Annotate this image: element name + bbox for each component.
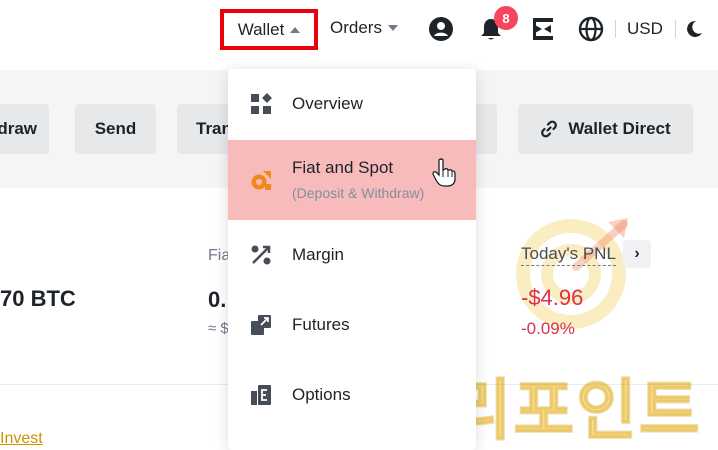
menu-item-options[interactable]: Options xyxy=(228,360,476,430)
futures-icon xyxy=(251,315,271,335)
options-icon xyxy=(251,385,271,405)
menu-item-fiat-and-spot[interactable]: Fiat and Spot (Deposit & Withdraw) xyxy=(228,140,476,220)
fiat-balance-label: Fia xyxy=(208,247,231,264)
notification-badge: 8 xyxy=(494,6,518,30)
caret-up-icon xyxy=(290,26,301,33)
transfer-label: Tran xyxy=(196,119,232,138)
pnl-percent: -0.09% xyxy=(521,319,575,338)
fiat-spot-icon xyxy=(251,171,271,190)
withdraw-button[interactable]: draw xyxy=(0,104,49,154)
wallet-menu-button[interactable]: Wallet xyxy=(220,9,318,50)
wallet-dropdown: Overview Fiat and Spot (Deposit & Withdr… xyxy=(228,69,476,450)
globe-icon[interactable] xyxy=(578,16,604,42)
pnl-value: -$4.96 xyxy=(521,285,584,310)
chevron-right-icon: › xyxy=(634,245,640,262)
dark-mode-icon[interactable] xyxy=(684,19,704,39)
menu-item-margin[interactable]: Margin xyxy=(228,220,476,290)
grid-icon xyxy=(251,93,272,114)
wallet-direct-button[interactable]: Wallet Direct xyxy=(518,104,693,154)
fiat-balance-approx: ≈ $ xyxy=(208,320,229,337)
menu-item-overview[interactable]: Overview xyxy=(228,69,476,139)
download-app-icon[interactable] xyxy=(530,16,556,42)
link-icon xyxy=(541,120,558,138)
orders-menu-button[interactable]: Orders xyxy=(330,18,398,38)
watermark-target-icon xyxy=(516,218,628,329)
top-nav: Wallet Orders 8 USD xyxy=(0,0,718,58)
margin-icon xyxy=(251,245,271,265)
currency-selector[interactable]: USD xyxy=(627,19,663,39)
menu-item-label: Futures xyxy=(292,315,350,334)
btc-balance: 70 BTC xyxy=(0,286,76,311)
menu-item-futures[interactable]: Futures xyxy=(228,290,476,360)
nav-divider xyxy=(675,20,676,38)
invest-link[interactable]: Invest xyxy=(0,430,43,448)
todays-pnl-title[interactable]: Today's PNL xyxy=(521,244,616,266)
menu-item-label: Margin xyxy=(292,245,344,264)
pnl-details-button[interactable]: › xyxy=(623,240,651,268)
send-button[interactable]: Send xyxy=(75,104,156,154)
pointer-cursor-icon xyxy=(432,158,456,187)
user-profile-icon[interactable] xyxy=(428,16,454,42)
nav-divider xyxy=(615,20,616,38)
fiat-balance-value: 0. xyxy=(208,287,227,312)
menu-item-label: Overview xyxy=(292,94,363,113)
menu-item-sublabel: (Deposit & Withdraw) xyxy=(292,185,425,201)
orders-label: Orders xyxy=(330,18,382,37)
menu-item-label: Fiat and Spot xyxy=(292,158,394,177)
send-label: Send xyxy=(94,119,137,138)
wallet-page: Wallet Orders 8 USD draw Send Tran Walle… xyxy=(0,0,718,450)
menu-item-label: Options xyxy=(292,385,351,404)
wallet-label: Wallet xyxy=(237,19,285,39)
withdraw-label: draw xyxy=(0,119,37,138)
wallet-direct-label: Wallet Direct xyxy=(568,119,671,138)
caret-down-icon xyxy=(387,25,398,31)
